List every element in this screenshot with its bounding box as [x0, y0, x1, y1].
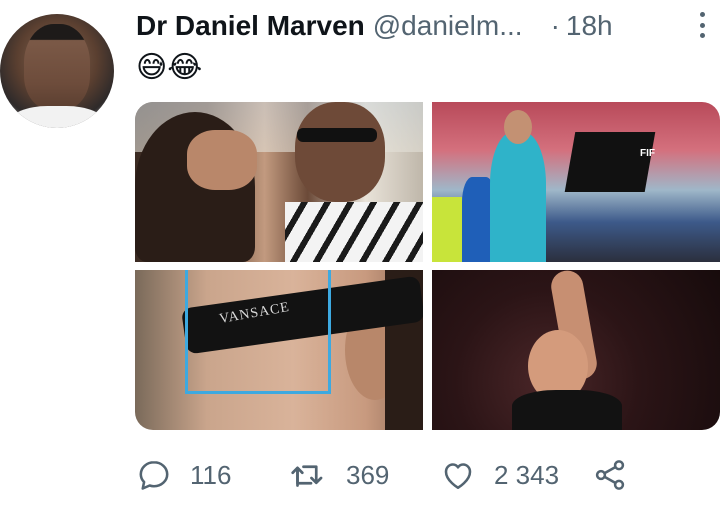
photo-var-monitor	[564, 132, 656, 192]
like-icon	[444, 463, 472, 490]
media-grid: FIF VANSACE	[135, 102, 720, 430]
timestamp[interactable]: 18h	[566, 10, 613, 42]
reply-icon	[139, 460, 169, 490]
media-photo-1[interactable]	[135, 102, 423, 262]
photo-referee-head	[504, 110, 532, 144]
photo-referee-body	[512, 390, 622, 430]
author-name[interactable]: Dr Daniel Marven	[136, 10, 365, 42]
reply-count: 116	[190, 459, 232, 490]
media-photo-3[interactable]: VANSACE	[135, 270, 423, 430]
like-count: 2 343	[494, 459, 560, 490]
share-icon	[595, 460, 625, 490]
time-separator: ·	[550, 10, 560, 41]
tweet-text: 😅😂	[136, 50, 203, 85]
media-photo-4[interactable]	[432, 270, 720, 430]
tweet-actions: 116 369 2 343	[136, 454, 720, 496]
photo-referee	[490, 132, 546, 262]
retweet-icon	[291, 465, 323, 487]
media-photo-2[interactable]: FIF	[432, 102, 720, 262]
photo-person-right	[295, 102, 385, 202]
retweet-count: 369	[346, 459, 390, 490]
tweet-header: Dr Daniel Marven @danielm... · 18h	[136, 6, 720, 46]
retweet-button[interactable]: 369	[288, 457, 440, 493]
author-handle[interactable]: @danielm...	[373, 10, 523, 42]
photo-striped-top	[285, 202, 423, 262]
photo-steward	[432, 197, 462, 262]
photo-hand	[187, 130, 257, 190]
highlight-box	[185, 270, 331, 394]
reply-button[interactable]: 116	[136, 457, 288, 493]
like-button[interactable]: 2 343	[440, 457, 592, 493]
photo-sunglasses	[297, 128, 377, 142]
stadium-sign: FIF	[640, 148, 655, 159]
more-vertical-icon[interactable]	[698, 12, 706, 38]
avatar-shirt	[10, 106, 104, 128]
avatar[interactable]	[0, 14, 114, 128]
share-button[interactable]	[592, 457, 628, 493]
avatar-face	[24, 24, 90, 110]
